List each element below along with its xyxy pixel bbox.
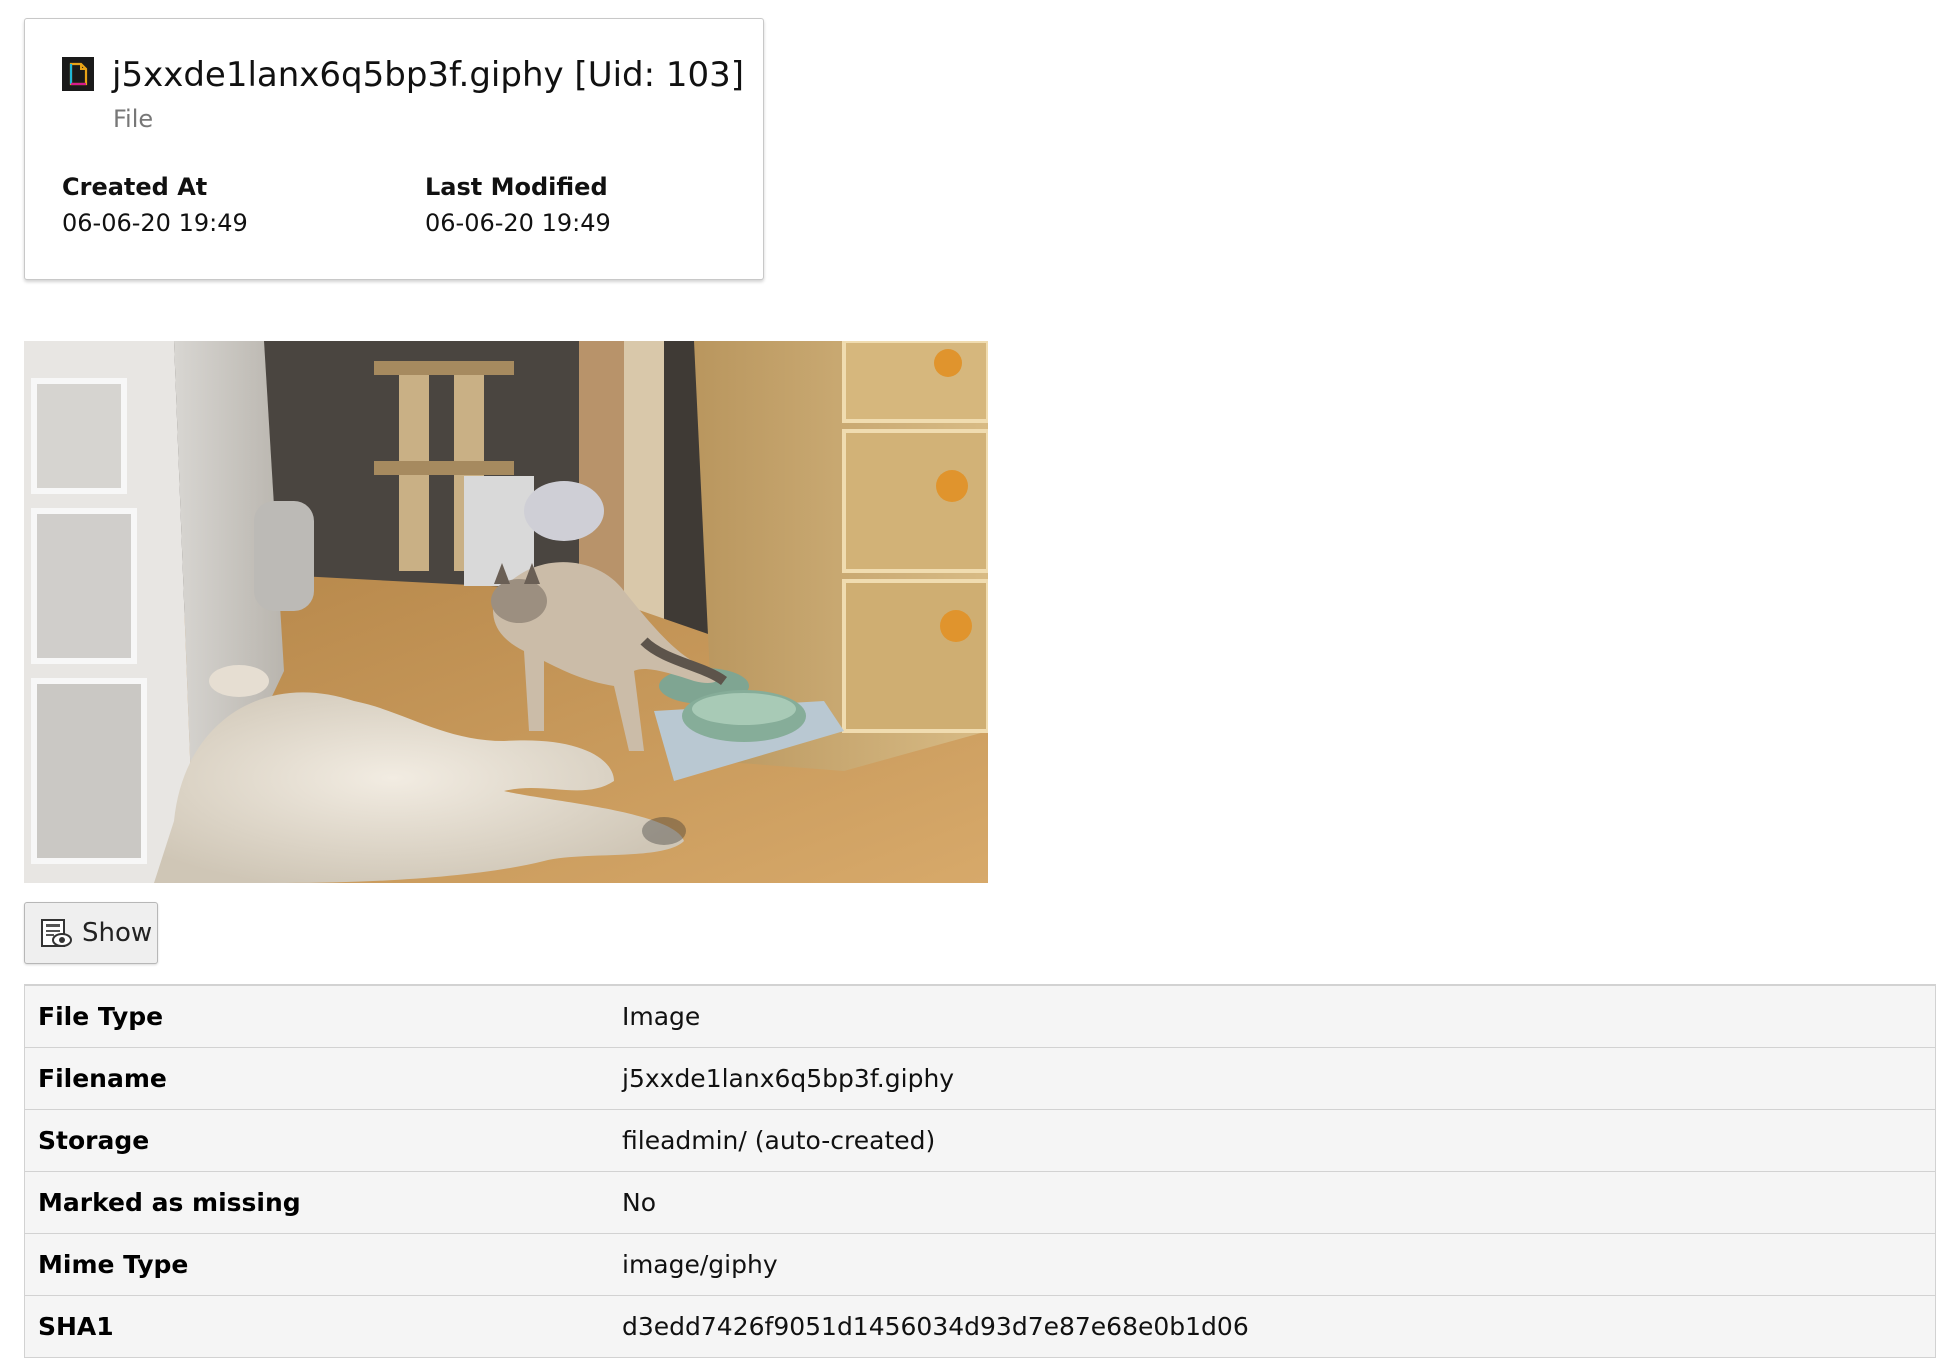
property-value: d3edd7426f9051d1456034d93d7e87e68e0b1d06	[609, 1295, 1936, 1358]
table-row: Filename j5xxde1lanx6q5bp3f.giphy	[24, 1047, 1936, 1110]
file-properties-table: File Type Image Filename j5xxde1lanx6q5b…	[24, 984, 1936, 1358]
table-row: File Type Image	[24, 984, 1936, 1048]
property-value: fileadmin/ (auto-created)	[609, 1109, 1936, 1172]
property-value: j5xxde1lanx6q5bp3f.giphy	[609, 1047, 1936, 1110]
last-modified-value: 06-06-20 19:49	[425, 209, 611, 237]
property-value: Image	[609, 984, 1936, 1048]
table-row: Marked as missing No	[24, 1171, 1936, 1234]
preview-eye-icon	[41, 919, 72, 947]
property-value: No	[609, 1171, 1936, 1234]
created-at-value: 06-06-20 19:49	[62, 209, 248, 237]
show-button-label: Show	[82, 918, 153, 948]
file-icon	[62, 57, 94, 91]
table-row: Storage fileadmin/ (auto-created)	[24, 1109, 1936, 1172]
property-label: Storage	[24, 1109, 609, 1172]
record-title: j5xxde1lanx6q5bp3f.giphy [Uid: 103]	[112, 55, 745, 95]
table-row: Mime Type image/giphy	[24, 1233, 1936, 1296]
record-info-card: j5xxde1lanx6q5bp3f.giphy [Uid: 103] File…	[24, 18, 764, 280]
property-label: Marked as missing	[24, 1171, 609, 1234]
property-label: File Type	[24, 984, 609, 1048]
property-label: Mime Type	[24, 1233, 609, 1296]
show-button[interactable]: Show	[24, 902, 158, 964]
record-type: File	[113, 105, 154, 133]
image-preview	[24, 341, 988, 883]
property-label: SHA1	[24, 1295, 609, 1358]
table-row: SHA1 d3edd7426f9051d1456034d93d7e87e68e0…	[24, 1295, 1936, 1358]
last-modified-label: Last Modified	[425, 173, 608, 201]
property-value: image/giphy	[609, 1233, 1936, 1296]
property-label: Filename	[24, 1047, 609, 1110]
created-at-label: Created At	[62, 173, 208, 201]
